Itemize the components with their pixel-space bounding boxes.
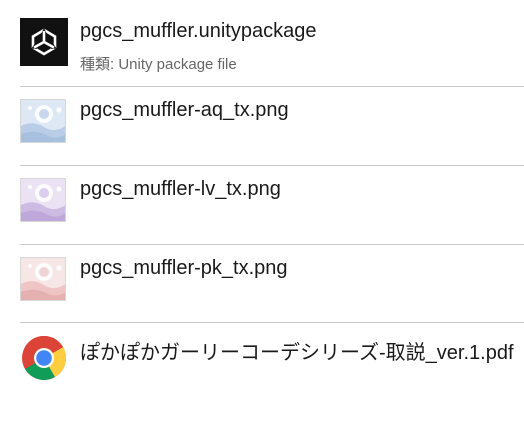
file-name: pgcs_muffler-aq_tx.png bbox=[80, 99, 289, 121]
image-thumbnail-icon bbox=[20, 176, 68, 224]
file-type-label: 種類: Unity package file bbox=[80, 56, 237, 73]
image-thumbnail-icon bbox=[20, 255, 68, 303]
file-item-lv-texture[interactable]: pgcs_muffler-lv_tx.png bbox=[0, 166, 524, 244]
file-item-aq-texture[interactable]: pgcs_muffler-aq_tx.png bbox=[0, 87, 524, 165]
file-item-pdf[interactable]: ぽかぽかガーリーコーデシリーズ-取説_ver.1.pdf bbox=[0, 324, 524, 402]
file-name: pgcs_muffler-pk_tx.png bbox=[80, 257, 288, 279]
file-name: ぽかぽかガーリーコーデシリーズ-取説_ver.1.pdf bbox=[80, 342, 514, 364]
file-item-pk-texture[interactable]: pgcs_muffler-pk_tx.png bbox=[0, 245, 524, 323]
image-thumbnail-icon bbox=[20, 97, 68, 145]
file-name: pgcs_muffler-lv_tx.png bbox=[80, 178, 281, 200]
unity-icon bbox=[20, 18, 68, 66]
file-list: pgcs_muffler.unitypackage 種類: Unity pack… bbox=[0, 0, 524, 424]
divider bbox=[20, 322, 524, 323]
file-item-unitypackage[interactable]: pgcs_muffler.unitypackage 種類: Unity pack… bbox=[0, 8, 524, 86]
chrome-icon bbox=[20, 334, 68, 382]
file-name: pgcs_muffler.unitypackage bbox=[80, 20, 317, 42]
